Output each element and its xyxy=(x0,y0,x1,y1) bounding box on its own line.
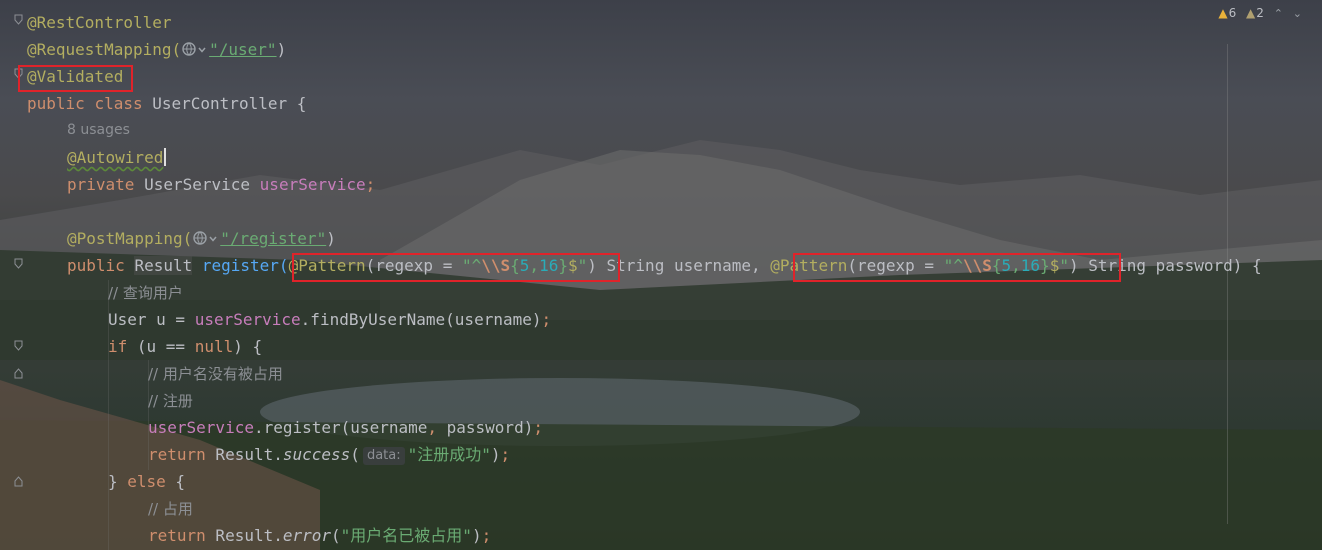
usages-hint[interactable]: 8 usages xyxy=(67,117,130,144)
warning-count: 6 xyxy=(1228,6,1237,20)
code-line[interactable]: @RequestMapping("/user") xyxy=(27,36,286,63)
code-line[interactable]: } else { xyxy=(108,468,185,495)
code-line[interactable]: // 占用 xyxy=(148,495,193,522)
code-editor[interactable]: ▲6 ▲2 ⌃ ⌄ @RestController @RequestMappin… xyxy=(0,0,1322,550)
globe-icon[interactable] xyxy=(181,41,197,57)
weak-warning-count: 2 xyxy=(1256,6,1264,20)
code-line[interactable]: User u = userService.findByUserName(user… xyxy=(108,306,551,333)
code-line[interactable]: @Autowired xyxy=(67,144,167,171)
code-line[interactable]: userService.register(username, password)… xyxy=(148,414,543,441)
code-line[interactable]: // 查询用户 xyxy=(108,279,183,306)
weak-warning-icon: ▲ xyxy=(1246,6,1256,20)
text-cursor xyxy=(164,148,167,166)
right-margin-guide xyxy=(1227,44,1228,524)
next-highlight-icon[interactable]: ⌄ xyxy=(1293,7,1302,20)
code-line[interactable]: if (u == null) { xyxy=(108,333,262,360)
fold-icon[interactable] xyxy=(14,340,23,351)
code-line[interactable]: // 注册 xyxy=(148,387,193,414)
code-line[interactable]: @RestController xyxy=(27,9,172,36)
previous-highlight-icon[interactable]: ⌃ xyxy=(1274,7,1283,20)
highlight-box-pattern-password xyxy=(793,253,1121,282)
code-line[interactable]: // 用户名没有被占用 xyxy=(148,360,283,387)
highlight-box-validated xyxy=(18,65,133,92)
fold-icon[interactable] xyxy=(14,476,23,487)
chevron-down-icon[interactable] xyxy=(197,45,207,55)
fold-icon[interactable] xyxy=(14,14,23,25)
chevron-down-icon[interactable] xyxy=(208,234,218,244)
fold-icon[interactable] xyxy=(14,368,23,379)
code-line[interactable]: return Result.success(data: "注册成功"); xyxy=(148,441,510,468)
fold-icon[interactable] xyxy=(14,258,23,269)
highlight-box-pattern-username xyxy=(292,253,620,282)
warning-icon: ▲ xyxy=(1218,6,1228,20)
code-line[interactable]: return Result.error("用户名已被占用"); xyxy=(148,522,491,549)
parameter-hint: data: xyxy=(362,447,405,465)
globe-icon[interactable] xyxy=(192,230,208,246)
code-line[interactable]: @PostMapping("/register") xyxy=(67,225,336,252)
inspection-widget[interactable]: ▲6 ▲2 ⌃ ⌄ xyxy=(1212,4,1302,22)
code-line[interactable]: public class UserController { xyxy=(27,90,306,117)
code-line[interactable]: private UserService userService; xyxy=(67,171,375,198)
